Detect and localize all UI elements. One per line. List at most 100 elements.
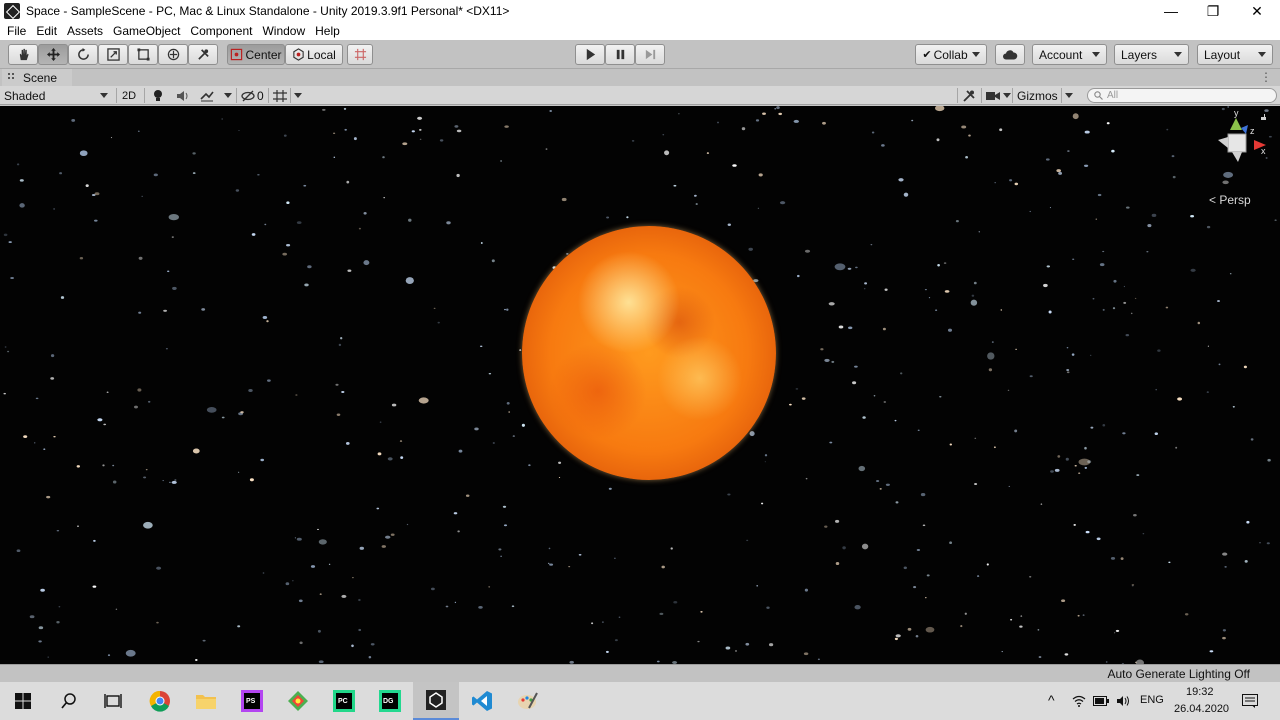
gizmo-cube-icon[interactable] [1227, 133, 1247, 153]
search-button[interactable] [46, 682, 92, 720]
hand-icon [19, 48, 29, 61]
tab-scene[interactable]: Scene [2, 69, 72, 86]
star [235, 189, 240, 192]
scene-viewport[interactable]: y z x < Persp [0, 106, 1280, 664]
star [1096, 537, 1101, 541]
wifi-icon[interactable] [1072, 695, 1086, 707]
move-tool-button[interactable] [38, 44, 68, 65]
menu-file[interactable]: File [2, 24, 31, 38]
sun-sphere[interactable] [522, 226, 776, 480]
layers-dropdown[interactable]: Layers [1114, 44, 1189, 65]
menu-gameobject[interactable]: GameObject [108, 24, 185, 38]
star [1067, 150, 1070, 152]
menu-help[interactable]: Help [310, 24, 345, 38]
star [137, 388, 142, 392]
datagrip-app[interactable]: DG [367, 682, 413, 720]
tray-chevron-up-icon[interactable]: ^ [1048, 692, 1055, 708]
step-button[interactable] [635, 44, 665, 65]
divider [268, 88, 269, 103]
scene-visibility-toggle[interactable]: 0 [241, 86, 264, 105]
divider [957, 88, 958, 103]
star [1083, 164, 1089, 167]
battery-icon[interactable] [1093, 696, 1109, 706]
phpstorm-app[interactable]: PS [229, 682, 275, 720]
custom-tool-button[interactable] [188, 44, 218, 65]
star [614, 557, 616, 559]
z-axis-cone-icon[interactable] [1241, 125, 1248, 134]
star [1037, 629, 1040, 631]
2d-toggle-button[interactable]: 2D [122, 86, 136, 105]
star [1084, 130, 1090, 134]
star [56, 621, 60, 624]
lighting-status[interactable]: Auto Generate Lighting Off [1107, 667, 1250, 681]
pycharm-app[interactable]: PC [321, 682, 367, 720]
account-dropdown[interactable]: Account [1032, 44, 1107, 65]
star [898, 178, 904, 182]
unity-app[interactable] [413, 682, 459, 720]
star [162, 480, 164, 482]
camera-settings-dropdown[interactable] [986, 86, 1011, 105]
volume-icon[interactable] [1116, 695, 1130, 707]
star [876, 479, 880, 483]
clock-time[interactable]: 19:32 [1186, 686, 1214, 698]
star [1171, 155, 1175, 158]
rect-tool-button[interactable] [128, 44, 158, 65]
scale-tool-button[interactable] [98, 44, 128, 65]
effects-toggle[interactable] [200, 86, 232, 105]
notifications-icon[interactable] [1242, 694, 1258, 708]
pivot-center-button[interactable]: Center [227, 44, 285, 65]
shading-mode-dropdown[interactable]: Shaded [4, 86, 110, 105]
transform-tool-button[interactable] [158, 44, 188, 65]
input-language[interactable]: ENG [1140, 694, 1164, 706]
gizmos-options[interactable] [1063, 86, 1073, 105]
clock-date[interactable]: 26.04.2020 [1174, 703, 1229, 715]
layout-dropdown[interactable]: Layout [1197, 44, 1273, 65]
y-axis-cone-icon[interactable] [1230, 118, 1242, 130]
star [716, 121, 720, 124]
git-app[interactable] [275, 682, 321, 720]
menu-component[interactable]: Component [185, 24, 257, 38]
pivot-local-button[interactable]: Local [285, 44, 343, 65]
hierarchy-search-input[interactable]: All [1087, 88, 1277, 103]
audio-toggle[interactable] [176, 86, 190, 105]
star [1029, 576, 1032, 578]
rotate-tool-button[interactable] [68, 44, 98, 65]
scene-orientation-gizmo[interactable]: y z x [1208, 108, 1268, 188]
lighting-toggle[interactable] [152, 86, 164, 105]
tools-icon [963, 89, 975, 102]
star [1014, 182, 1019, 186]
chrome-app[interactable] [137, 682, 183, 720]
vscode-app[interactable] [459, 682, 505, 720]
pause-button[interactable] [605, 44, 635, 65]
star [1274, 219, 1277, 221]
grid-snap-button[interactable] [347, 44, 373, 65]
restore-button[interactable]: ❐ [1190, 0, 1236, 22]
gizmos-dropdown[interactable]: Gizmos [1017, 86, 1058, 105]
lock-icon[interactable] [1261, 114, 1266, 120]
start-button[interactable] [0, 682, 46, 720]
scene-tools-toggle[interactable] [962, 86, 976, 105]
menu-window[interactable]: Window [257, 24, 310, 38]
menu-assets[interactable]: Assets [62, 24, 108, 38]
star [618, 616, 621, 618]
star [368, 656, 372, 659]
projection-toggle[interactable]: < Persp [1209, 193, 1251, 207]
cloud-button[interactable] [995, 44, 1025, 65]
star [1217, 300, 1220, 302]
paint-app[interactable] [505, 682, 551, 720]
star [788, 403, 792, 406]
grid-toggle[interactable] [273, 86, 287, 105]
star [1197, 321, 1201, 325]
grid-options-dropdown[interactable] [292, 86, 302, 105]
file-explorer-app[interactable] [183, 682, 229, 720]
collab-dropdown[interactable]: ✔ Collab [915, 44, 987, 65]
hand-tool-button[interactable] [8, 44, 38, 65]
task-view-button[interactable] [90, 682, 136, 720]
menu-edit[interactable]: Edit [31, 24, 62, 38]
play-button[interactable] [575, 44, 605, 65]
star [172, 286, 177, 290]
star [762, 112, 766, 115]
panel-menu-icon[interactable]: ⋮ [1260, 70, 1272, 84]
minimize-button[interactable]: — [1148, 0, 1194, 22]
close-button[interactable]: ✕ [1234, 0, 1280, 22]
